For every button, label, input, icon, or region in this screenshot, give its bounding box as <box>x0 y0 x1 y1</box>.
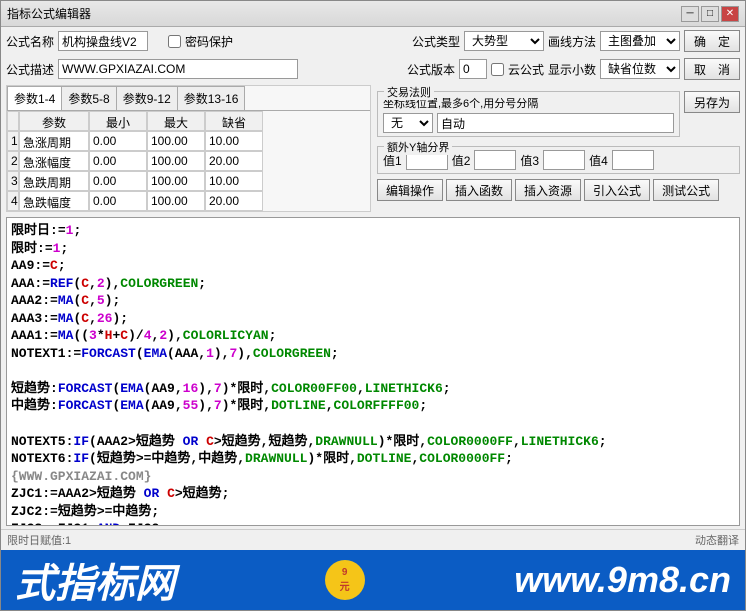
trade-rule-select[interactable]: 无 <box>383 113 433 133</box>
col-max: 最大 <box>147 111 205 131</box>
col-min: 最小 <box>89 111 147 131</box>
insert-function-button[interactable]: 插入函数 <box>446 179 512 201</box>
extra-y-legend: 额外Y轴分界 <box>384 139 452 155</box>
coord-input[interactable] <box>437 113 674 133</box>
footer-right-text: www.9m8.cn <box>514 559 731 601</box>
titlebar: 指标公式编辑器 ─ □ ✕ <box>1 1 745 27</box>
param-name-cell[interactable]: 急跌周期 <box>19 171 89 191</box>
password-protect-checkbox[interactable] <box>168 35 181 48</box>
param-grid: 参数 最小 最大 缺省 1 急涨周期 0.00 100.00 10.00 2 急… <box>7 111 370 211</box>
save-as-button[interactable]: 另存为 <box>684 91 740 113</box>
y-value-3[interactable] <box>543 150 585 170</box>
status-right: 动态翻译 <box>695 532 739 548</box>
test-formula-button[interactable]: 测试公式 <box>653 179 719 201</box>
draw-method-label: 画线方法 <box>548 33 596 50</box>
tab-params-1-4[interactable]: 参数1-4 <box>7 86 62 110</box>
col-def: 缺省 <box>205 111 263 131</box>
param-name-cell[interactable]: 急跌幅度 <box>19 191 89 211</box>
param-max-cell[interactable]: 100.00 <box>147 131 205 151</box>
param-max-cell[interactable]: 100.00 <box>147 151 205 171</box>
formula-type-label: 公式类型 <box>412 33 460 50</box>
y-value-2[interactable] <box>474 150 516 170</box>
param-def-cell[interactable]: 20.00 <box>205 151 263 171</box>
watermark-footer: 式指标网 9元 www.9m8.cn <box>1 550 745 610</box>
param-min-cell[interactable]: 0.00 <box>89 131 147 151</box>
edit-action-button[interactable]: 编辑操作 <box>377 179 443 201</box>
param-max-cell[interactable]: 100.00 <box>147 171 205 191</box>
minimize-button[interactable]: ─ <box>681 6 699 22</box>
draw-method-select[interactable]: 主图叠加 <box>600 31 680 51</box>
formula-version-label: 公式版本 <box>407 61 455 78</box>
decimal-label: 显示小数 <box>548 61 596 78</box>
tab-params-5-8[interactable]: 参数5-8 <box>61 86 116 110</box>
param-min-cell[interactable]: 0.00 <box>89 151 147 171</box>
param-tabs: 参数1-4 参数5-8 参数9-12 参数13-16 <box>7 86 370 111</box>
param-name-cell[interactable]: 急涨幅度 <box>19 151 89 171</box>
param-def-cell[interactable]: 10.00 <box>205 171 263 191</box>
formula-name-input[interactable] <box>58 31 148 51</box>
param-def-cell[interactable]: 20.00 <box>205 191 263 211</box>
close-button[interactable]: ✕ <box>721 6 739 22</box>
decimal-select[interactable]: 缺省位数 <box>600 59 680 79</box>
insert-resource-button[interactable]: 插入资源 <box>515 179 581 201</box>
maximize-button[interactable]: □ <box>701 6 719 22</box>
footer-logo-icon: 9元 <box>325 560 365 600</box>
trade-rule-group: 交易法则 坐标线位置,最多6个,用分号分隔 无 <box>377 91 680 137</box>
cloud-formula-checkbox[interactable] <box>491 63 504 76</box>
password-protect-label: 密码保护 <box>185 33 233 50</box>
status-left: 限时日赋值:1 <box>7 532 71 548</box>
param-name-cell[interactable]: 急涨周期 <box>19 131 89 151</box>
trade-rule-legend: 交易法则 <box>384 84 434 100</box>
ok-button[interactable]: 确 定 <box>684 30 740 52</box>
tab-params-9-12[interactable]: 参数9-12 <box>116 86 178 110</box>
y-value-4[interactable] <box>612 150 654 170</box>
tab-params-13-16[interactable]: 参数13-16 <box>177 86 246 110</box>
param-min-cell[interactable]: 0.00 <box>89 191 147 211</box>
formula-version-input[interactable] <box>459 59 487 79</box>
formula-desc-input[interactable] <box>58 59 298 79</box>
code-editor[interactable]: 限时日:=1; 限时:=1; AA9:=C; AAA:=REF(C,2),COL… <box>6 217 740 526</box>
formula-type-select[interactable]: 大势型 <box>464 31 544 51</box>
cancel-button[interactable]: 取 消 <box>684 58 740 80</box>
param-max-cell[interactable]: 100.00 <box>147 191 205 211</box>
formula-name-label: 公式名称 <box>6 33 54 50</box>
param-panel: 参数1-4 参数5-8 参数9-12 参数13-16 参数 最小 最大 缺省 1… <box>6 85 371 212</box>
import-formula-button[interactable]: 引入公式 <box>584 179 650 201</box>
param-min-cell[interactable]: 0.00 <box>89 171 147 191</box>
cloud-formula-label: 云公式 <box>508 61 544 78</box>
col-param: 参数 <box>19 111 89 131</box>
window-title: 指标公式编辑器 <box>7 5 91 22</box>
footer-left-text: 式指标网 <box>15 551 175 609</box>
extra-y-group: 额外Y轴分界 值1 值2 值3 值4 <box>377 146 740 174</box>
formula-desc-label: 公式描述 <box>6 61 54 78</box>
param-def-cell[interactable]: 10.00 <box>205 131 263 151</box>
